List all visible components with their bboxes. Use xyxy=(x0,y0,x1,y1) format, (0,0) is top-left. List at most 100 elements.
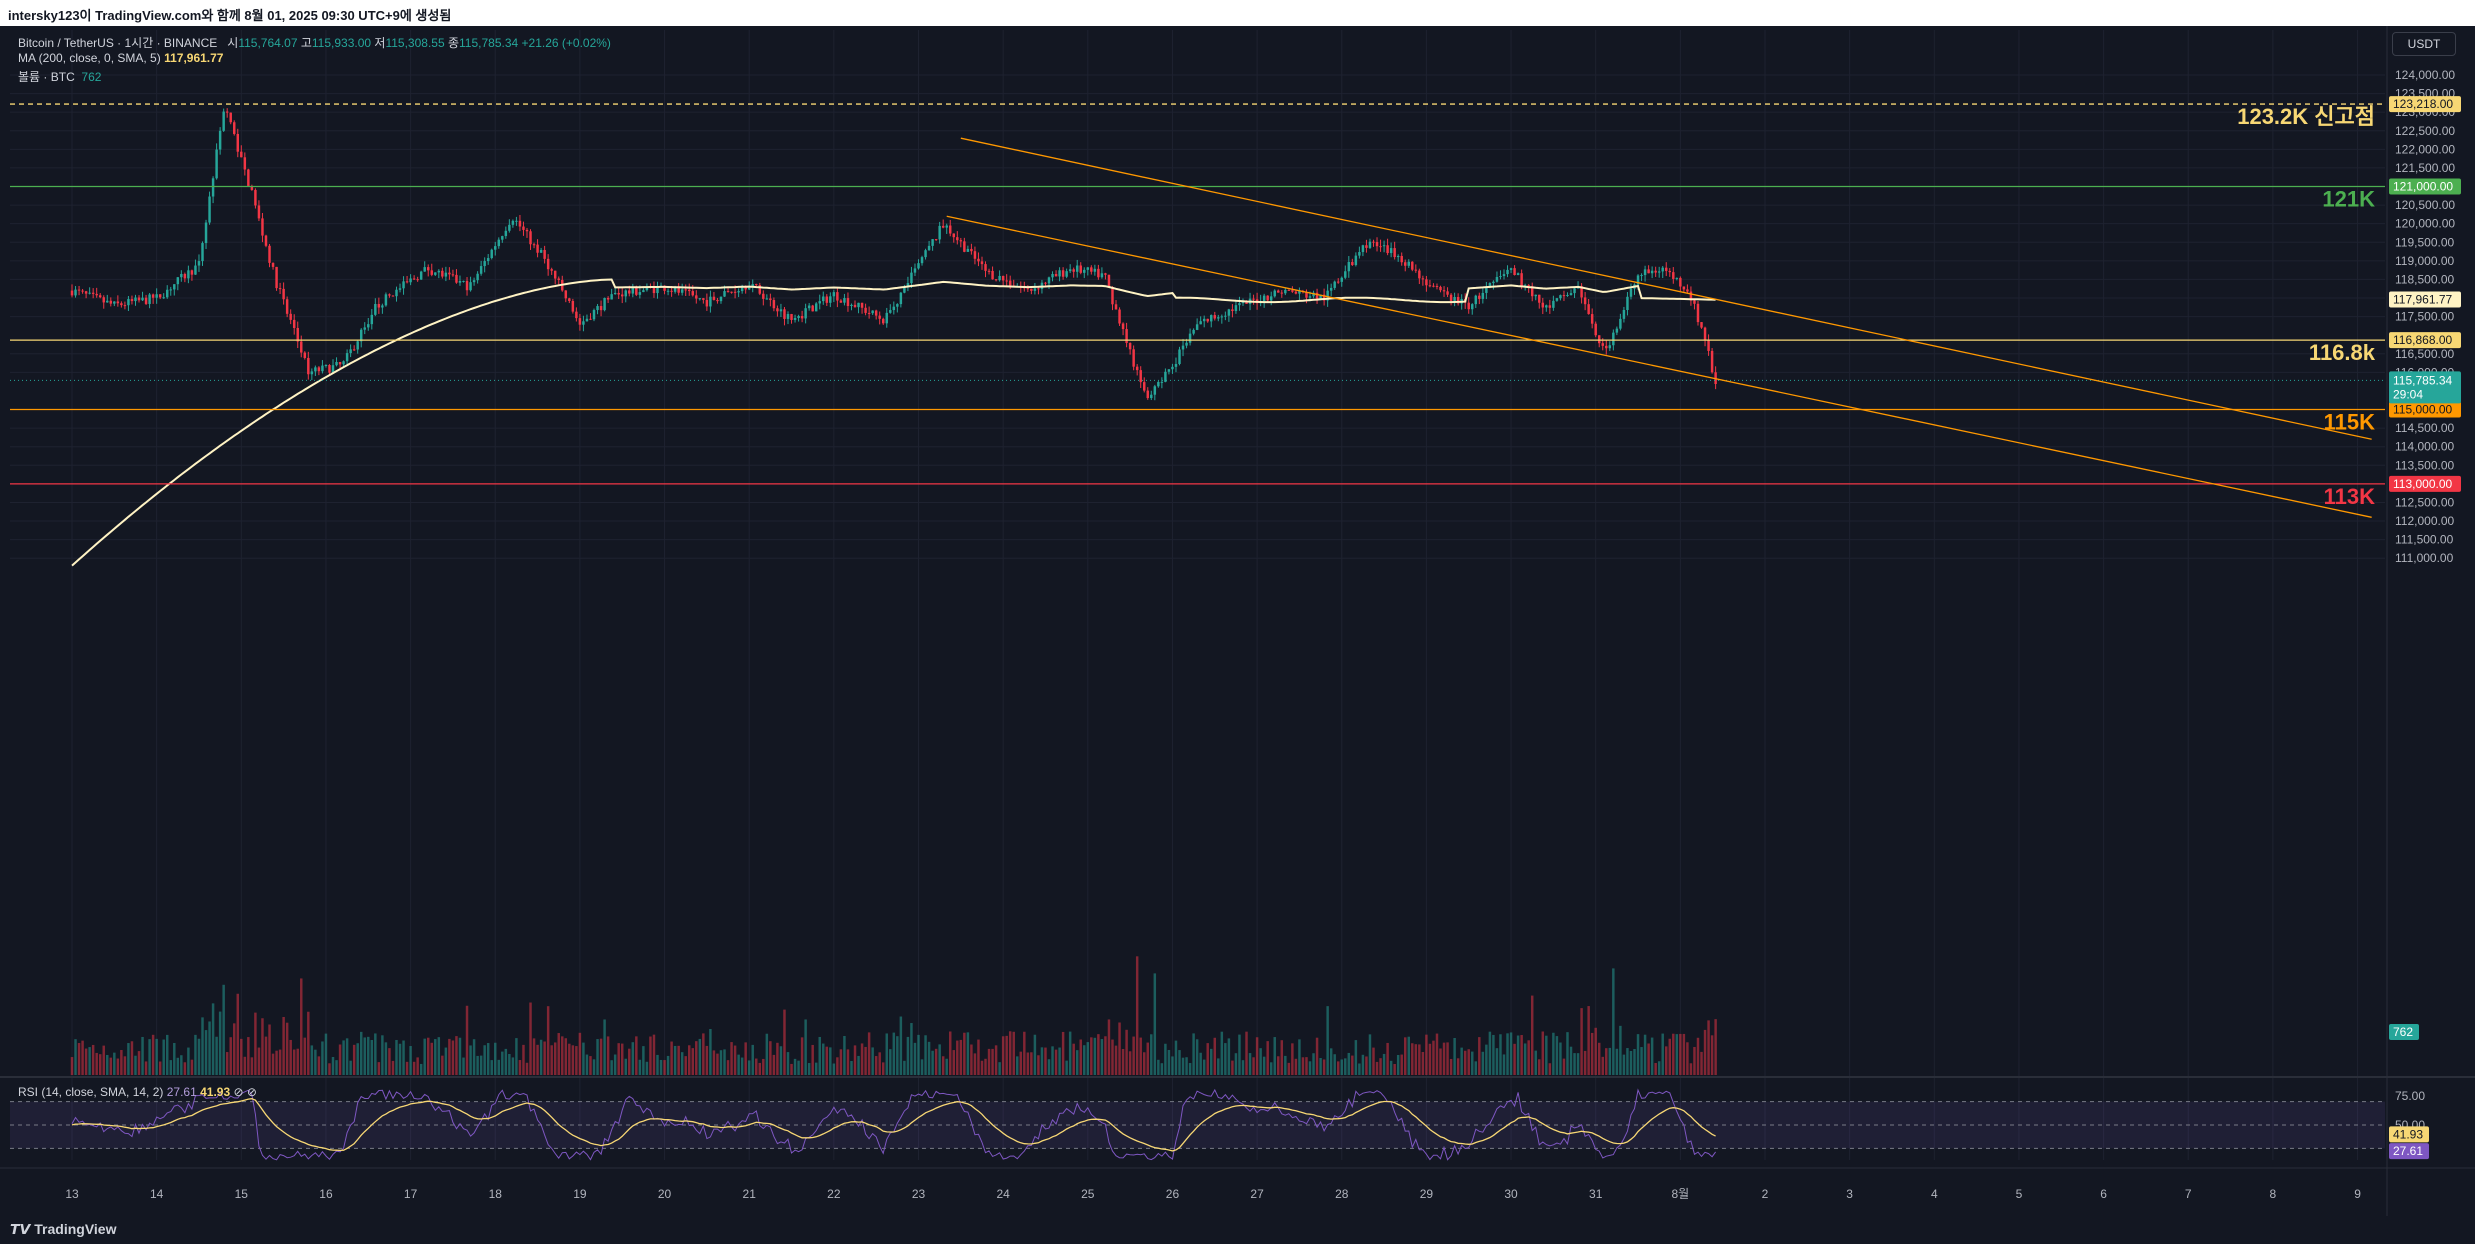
volume-bar xyxy=(1153,973,1157,1075)
candle-body xyxy=(321,365,324,372)
volume-bar xyxy=(864,1046,867,1075)
candle-body xyxy=(772,300,776,309)
volume-bar xyxy=(1142,1052,1146,1075)
volume-bar xyxy=(1643,1034,1647,1075)
candle-body xyxy=(1167,369,1171,372)
candle-body xyxy=(709,296,712,307)
volume-bar xyxy=(335,1060,338,1075)
volume-bar xyxy=(384,1042,388,1075)
candle-body xyxy=(1086,267,1090,270)
candle-body xyxy=(1266,295,1269,301)
candle-body xyxy=(307,357,310,375)
rsi-tick-label: 75.00 xyxy=(2395,1089,2425,1103)
volume-bar xyxy=(786,1052,790,1075)
candle-body xyxy=(437,270,441,273)
volume-bar xyxy=(1319,1057,1322,1075)
candle-body xyxy=(550,269,553,271)
volume-bar xyxy=(1273,1037,1276,1075)
candle-body xyxy=(1696,303,1700,323)
volume-bar xyxy=(352,1044,356,1075)
tradingview-logo[interactable]: 𝙏𝙑 TradingView xyxy=(10,1221,116,1238)
candle-body xyxy=(247,169,250,186)
volume-bar xyxy=(1012,1031,1015,1075)
volume-bar xyxy=(747,1060,751,1075)
volume-bar xyxy=(1587,1006,1590,1075)
volume-bar xyxy=(705,1045,709,1075)
volume-bar xyxy=(931,1050,934,1075)
candle-body xyxy=(1657,271,1661,273)
time-tick-label: 14 xyxy=(150,1187,164,1201)
candle-body xyxy=(1146,390,1149,399)
volume-bar xyxy=(1633,1049,1636,1075)
candle-body xyxy=(1195,324,1199,330)
volume-bar xyxy=(1657,1061,1661,1075)
volume-bar xyxy=(98,1054,102,1075)
candle-body xyxy=(1597,335,1601,344)
volume-bar xyxy=(1668,1038,1672,1075)
candle-body xyxy=(1679,277,1682,287)
legend-rsi[interactable]: RSI (14, close, SMA, 14, 2) 27.61 41.93 … xyxy=(18,1085,257,1099)
volume-bar xyxy=(1421,1052,1425,1075)
volume-bar xyxy=(832,1063,836,1075)
volume-bar xyxy=(987,1048,991,1075)
candle-body xyxy=(1142,382,1146,391)
volume-bar xyxy=(1065,1060,1068,1075)
volume-bar xyxy=(1453,1037,1456,1075)
candle-body xyxy=(691,291,695,296)
candle-body xyxy=(1054,274,1058,277)
volume-bar xyxy=(130,1041,134,1075)
volume-bar xyxy=(709,1028,712,1075)
volume-bar xyxy=(1206,1043,1209,1075)
volume-bar xyxy=(402,1040,405,1075)
volume-bar xyxy=(543,1041,546,1075)
candle-body xyxy=(240,151,243,158)
candle-body xyxy=(423,267,426,272)
volume-bar xyxy=(1210,1048,1213,1075)
volume-bar xyxy=(1365,1056,1368,1075)
volume-bar xyxy=(1555,1036,1559,1075)
volume-bar xyxy=(173,1042,176,1075)
candle-body xyxy=(1640,275,1643,277)
volume-bar xyxy=(1100,1039,1104,1075)
volume-bar xyxy=(236,993,240,1075)
volume-bar xyxy=(1128,1051,1132,1075)
candle-body xyxy=(1675,277,1679,279)
price-tick-label: 121,500.00 xyxy=(2395,161,2455,175)
legend-volume[interactable]: 볼륨 · BTC 762 xyxy=(18,68,101,85)
candle-body xyxy=(1495,277,1499,282)
candle-body xyxy=(769,298,772,301)
candle-body xyxy=(1202,318,1206,322)
volume-bar xyxy=(1061,1031,1065,1075)
volume-bar xyxy=(345,1038,349,1075)
volume-bar xyxy=(1541,1031,1545,1075)
volume-bar xyxy=(215,1036,218,1075)
legend-ma[interactable]: MA (200, close, 0, SMA, 5) 117,961.77 xyxy=(18,51,223,65)
volume-bar xyxy=(494,1042,497,1075)
volume-bar xyxy=(589,1056,592,1075)
volume-bar xyxy=(102,1045,105,1075)
volume-bar xyxy=(1682,1033,1686,1075)
volume-bar xyxy=(465,1005,469,1075)
volume-bar xyxy=(846,1049,850,1075)
volume-value: 762 xyxy=(81,70,102,84)
volume-bar xyxy=(116,1058,120,1075)
candle-body xyxy=(120,303,123,306)
candle-body xyxy=(204,222,208,244)
candle-body xyxy=(1686,289,1689,292)
volume-bar xyxy=(395,1039,398,1075)
candle-body xyxy=(1672,272,1675,279)
last-price-label: 115,785.34 xyxy=(2393,373,2452,387)
volume-bar xyxy=(1217,1058,1220,1075)
volume-bar xyxy=(818,1036,821,1075)
volume-bar xyxy=(1301,1057,1305,1075)
candle-body xyxy=(345,353,349,362)
volume-bar xyxy=(151,1034,155,1075)
price-chart[interactable]: 123.2K 신고점121K116.8k115K113K 75.0050.004… xyxy=(0,0,2475,1244)
price-tick-label: 122,500.00 xyxy=(2395,124,2455,138)
currency-button[interactable]: USDT xyxy=(2392,32,2456,56)
volume-bar xyxy=(127,1043,130,1075)
time-tick-label: 30 xyxy=(1504,1187,1518,1201)
volume-bar xyxy=(546,1006,550,1075)
volume-bar xyxy=(1502,1054,1506,1075)
volume-bar xyxy=(1693,1046,1696,1075)
